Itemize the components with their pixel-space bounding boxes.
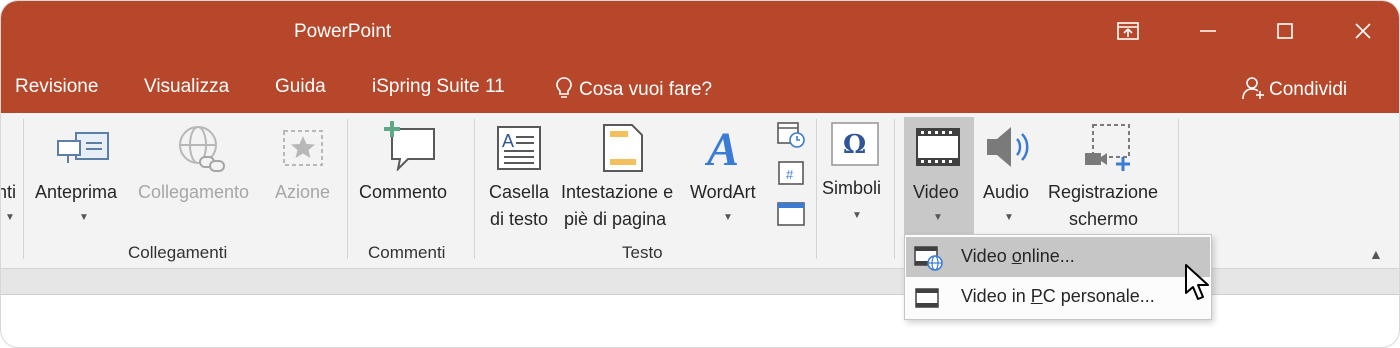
tab-revisione[interactable]: Revisione [15, 76, 98, 98]
share-button[interactable]: Condividi [1241, 76, 1347, 101]
svg-text:A: A [705, 123, 739, 173]
chevron-down-icon: ▼ [723, 212, 733, 223]
chevron-down-icon: ▼ [5, 212, 15, 223]
maximize-button[interactable] [1265, 15, 1305, 47]
group-separator [816, 119, 817, 259]
powerpoint-window: PowerPoint Revisione Visualizza Guida iS… [0, 0, 1400, 348]
group-label-comments: Commenti [368, 243, 446, 262]
action-star-icon [283, 130, 323, 166]
minimize-icon [1200, 30, 1216, 32]
chevron-down-icon: ▼ [1004, 212, 1014, 223]
maximize-icon [1277, 23, 1293, 39]
mouse-cursor-icon [1185, 264, 1209, 300]
link-button-label[interactable]: Collegamento [138, 179, 249, 206]
textbox-button-label-2[interactable]: di testo [487, 206, 551, 233]
menu-label-part: Video [961, 246, 1012, 266]
close-button[interactable] [1343, 15, 1383, 47]
svg-text:Ω: Ω [843, 130, 866, 160]
screen-recording-label-2[interactable]: schermo [1069, 206, 1138, 233]
date-time-icon[interactable] [776, 121, 806, 149]
wordart-icon: A [705, 123, 739, 173]
header-footer-icon [603, 124, 643, 172]
textbox-icon: A [497, 126, 541, 170]
chevron-down-icon: ▼ [933, 212, 943, 223]
group-label-links: Collegamenti [128, 243, 228, 262]
object-icon[interactable] [776, 199, 806, 227]
lightbulb-icon [556, 77, 572, 98]
preview-icon [57, 132, 109, 163]
video-film-icon [916, 128, 960, 166]
textbox-button-label-1[interactable]: Casella [487, 179, 551, 206]
ribbon-tab-bar: Revisione Visualizza Guida iSpring Suite… [1, 61, 1399, 113]
svg-text:#: # [786, 167, 794, 182]
video-dropdown-menu: Video online... Video in PC personale... [904, 234, 1212, 320]
chevron-down-icon: ▼ [852, 210, 862, 221]
symbols-button-label[interactable]: Simboli [822, 175, 881, 202]
preview-button-label[interactable]: Anteprima [35, 179, 117, 206]
globe-link-icon [179, 126, 225, 172]
share-label: Condividi [1269, 79, 1348, 100]
group-separator [23, 119, 24, 259]
group-separator [347, 119, 348, 259]
online-video-icon [914, 246, 943, 271]
tab-guida[interactable]: Guida [275, 76, 326, 98]
menu-label-accelerator: P [1030, 286, 1043, 306]
comment-button-label[interactable]: Commento [359, 179, 447, 206]
window-title: PowerPoint [294, 21, 392, 42]
tab-visualizza[interactable]: Visualizza [144, 76, 229, 98]
menu-item-online-video[interactable]: Video online... [906, 237, 1210, 277]
wordart-button-label[interactable]: WordArt [690, 179, 756, 206]
omega-symbol-icon: Ω [831, 122, 879, 166]
menu-item-pc-video[interactable]: Video in PC personale... [906, 277, 1210, 317]
person-icon [1242, 77, 1264, 100]
menu-label-part: C personale... [1042, 286, 1155, 306]
partial-button-label[interactable]: nti [1, 179, 16, 206]
screen-recording-label-1[interactable]: Registrazione [1048, 179, 1158, 206]
title-bar: PowerPoint [1, 1, 1399, 61]
speaker-icon [987, 127, 1029, 167]
menu-label-pc-video: Video in PC personale... [961, 286, 1155, 307]
menu-label-accelerator: o [1011, 246, 1022, 266]
group-separator [474, 119, 475, 259]
slide-number-icon[interactable]: # [776, 159, 806, 187]
action-button-label[interactable]: Azione [275, 179, 330, 206]
collapse-ribbon-icon[interactable]: ▲ [1369, 246, 1383, 262]
tab-ispring-suite[interactable]: iSpring Suite 11 [372, 76, 505, 98]
header-footer-button-label-1[interactable]: Intestazione e [561, 179, 673, 206]
screen-recording-icon [1085, 124, 1130, 171]
group-separator [894, 119, 895, 259]
film-icon [915, 288, 939, 308]
ribbon-display-icon [1117, 22, 1139, 40]
header-footer-button-label-2[interactable]: piè di pagina [564, 206, 666, 233]
menu-label-part: Video in [961, 286, 1031, 306]
minimize-button[interactable] [1188, 15, 1228, 47]
group-label-text: Testo [622, 243, 663, 262]
new-comment-icon [384, 121, 435, 171]
chevron-down-icon: ▼ [79, 212, 89, 223]
menu-label-part: nline... [1021, 246, 1075, 266]
close-icon [1355, 23, 1371, 39]
audio-button-label[interactable]: Audio [983, 179, 1029, 206]
ribbon-display-options-button[interactable] [1108, 15, 1148, 47]
video-button-label: Video [913, 182, 959, 202]
menu-label-online-video: Video online... [961, 246, 1075, 267]
svg-text:A: A [502, 131, 514, 151]
tell-me-label: Cosa vuoi fare? [579, 79, 713, 100]
tell-me-search[interactable]: Cosa vuoi fare? [555, 76, 712, 101]
